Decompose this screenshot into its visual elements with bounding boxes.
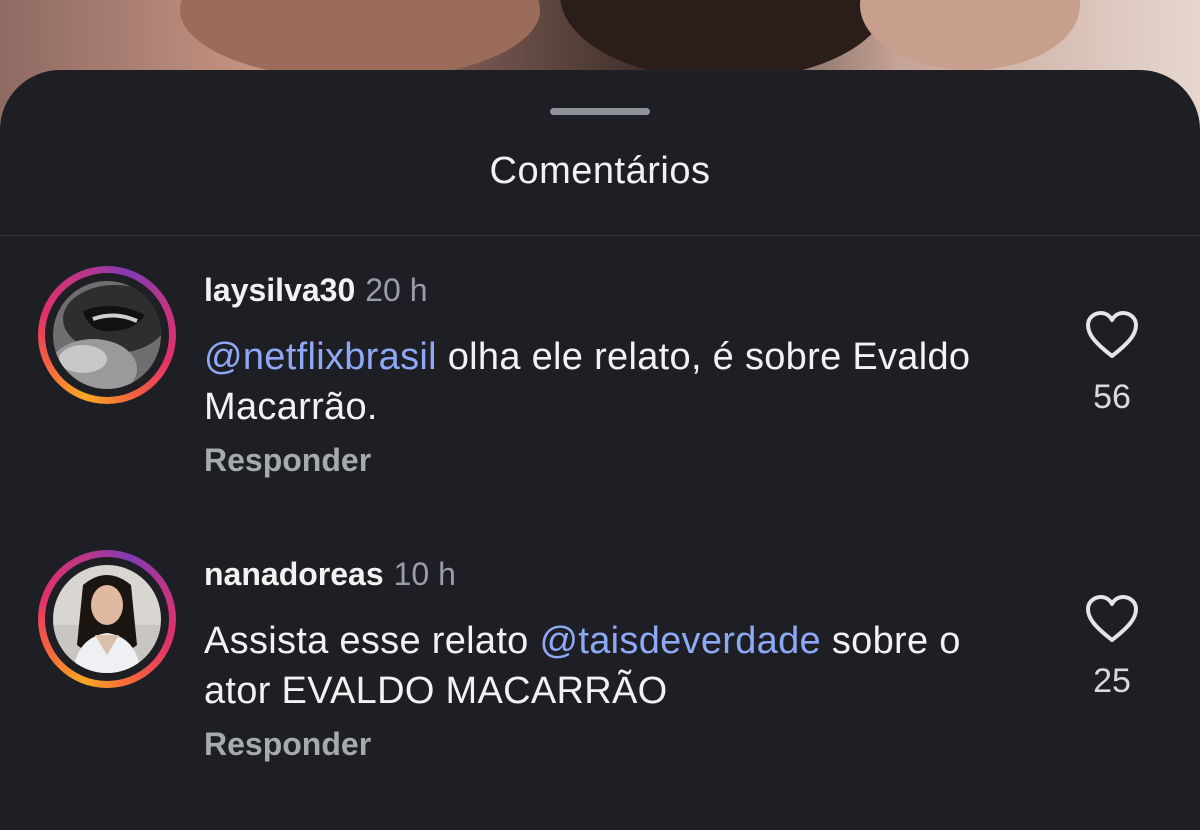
user-photo-woman-icon <box>53 565 161 673</box>
like-count: 56 <box>1093 378 1131 416</box>
avatar[interactable] <box>38 266 176 404</box>
heart-icon[interactable] <box>1084 310 1140 360</box>
comment-item: laysilva30 20 h @netflixbrasil olha ele r… <box>0 266 1200 526</box>
comment-text: @netflixbrasil olha ele relato, é sobre … <box>204 332 1024 432</box>
timestamp: 20 h <box>365 272 428 308</box>
backdrop-hand-shape-right <box>860 0 1080 70</box>
username[interactable]: laysilva30 <box>204 272 355 308</box>
backdrop-hand-shape <box>180 0 540 80</box>
timestamp: 10 h <box>393 556 456 592</box>
drag-handle[interactable] <box>550 108 650 115</box>
backdrop-face-shape <box>560 0 890 80</box>
header-divider <box>0 235 1200 236</box>
avatar[interactable] <box>38 550 176 688</box>
mention-link[interactable]: @taisdeverdade <box>539 620 821 662</box>
comment-body-start: Assista esse relato <box>204 620 540 662</box>
comment-text: Assista esse relato @taisdeverdade sobre… <box>204 616 1024 716</box>
heart-icon[interactable] <box>1084 594 1140 644</box>
like-count: 25 <box>1093 662 1131 700</box>
reply-button[interactable]: Responder <box>204 442 371 479</box>
mention-link[interactable]: @netflixbrasil <box>204 336 437 378</box>
user-photo-bw-icon <box>53 281 161 389</box>
comments-sheet: Comentários laysilva30 20 h @netflixbras… <box>0 70 1200 830</box>
reply-button[interactable]: Responder <box>204 726 371 763</box>
comment-meta: laysilva30 20 h <box>204 272 428 309</box>
username[interactable]: nanadoreas <box>204 556 384 592</box>
comment-meta: nanadoreas 10 h <box>204 556 456 593</box>
comment-item: nanadoreas 10 h Assista esse relato @tais… <box>0 550 1200 810</box>
sheet-title: Comentários <box>489 150 711 192</box>
